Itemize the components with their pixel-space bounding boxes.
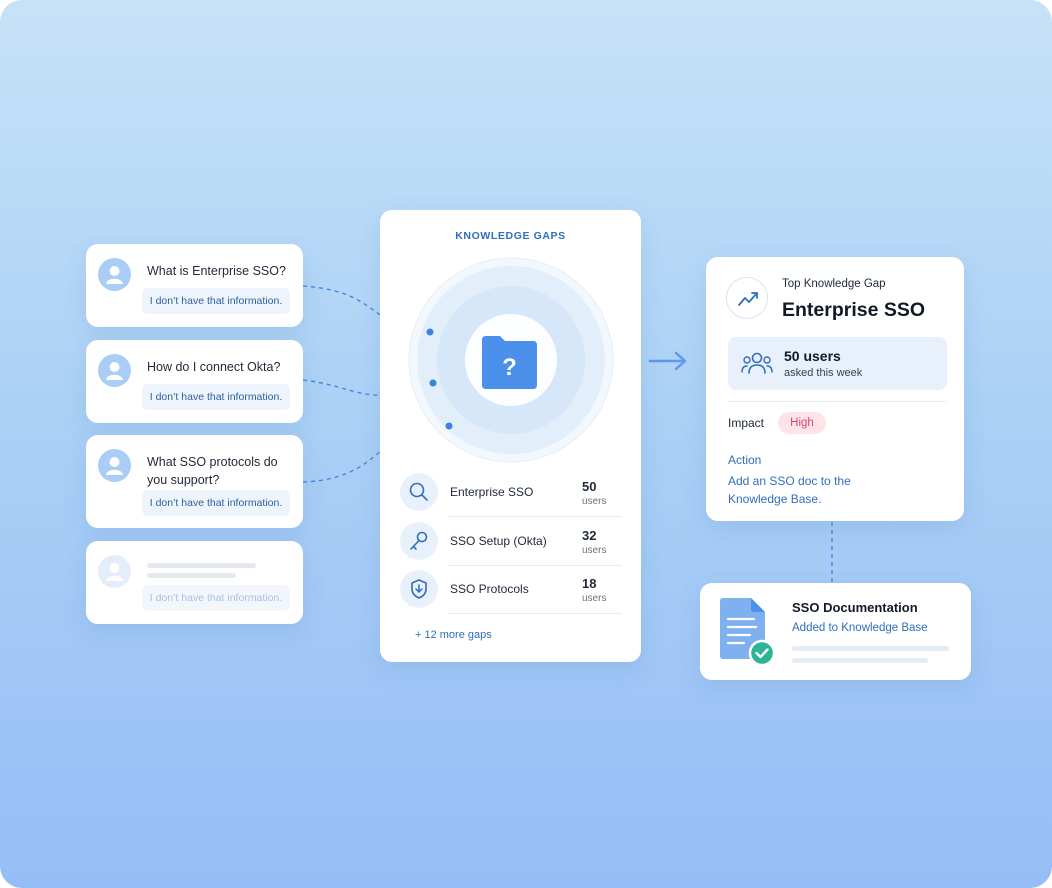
skeleton-line [792,646,949,651]
users-stat: 50 users asked this week [728,337,947,390]
gap-row[interactable]: Enterprise SSO 50 users [400,469,622,517]
arrow-right-icon [648,351,687,371]
question-text: How do I connect Okta? [147,360,281,374]
gap-label: SSO Protocols [450,582,529,596]
folder-question-icon: ? [482,336,537,389]
gap-row[interactable]: SSO Protocols 18 users [400,566,622,614]
document-check-icon [720,598,776,667]
illustration-canvas: What is Enterprise SSO? I don’t have tha… [0,0,1052,888]
question-text: What SSO protocols do you support? [147,455,278,487]
users-icon [741,352,773,374]
doc-status: Added to Knowledge Base [792,622,928,634]
users-count: 50 users [784,348,841,364]
question-card-placeholder: I don’t have that information. [86,541,303,624]
gap-label: SSO Setup (Okta) [450,534,547,548]
question-card: What SSO protocols do you support? I don… [86,435,303,528]
gap-label: Enterprise SSO [450,485,534,499]
bot-answer: I don’t have that information. [142,384,290,410]
gap-row[interactable]: SSO Setup (Okta) 32 users [400,518,622,566]
question-card: What is Enterprise SSO? I don’t have tha… [86,244,303,327]
user-avatar-icon [98,354,131,387]
divider [728,401,947,402]
question-text: What is Enterprise SSO? [147,264,286,278]
knowledge-gaps-panel: KNOWLEDGE GAPS ? Enterprise SSO 50 users [380,210,641,662]
divider [448,516,622,517]
skeleton-line [147,563,256,568]
bot-answer: I don’t have that information. [142,585,290,611]
more-gaps-link[interactable]: + 12 more gaps [415,629,492,641]
knowledge-gap-radar: ? [408,257,614,463]
panel-title: KNOWLEDGE GAPS [455,230,566,242]
impact-label: Impact [728,416,765,430]
svg-text:?: ? [502,354,517,381]
trending-up-icon [726,277,768,319]
user-avatar-icon [98,258,131,291]
gap-count: 32 [582,528,597,543]
skeleton-line [147,573,236,578]
doc-title: SSO Documentation [792,600,918,615]
action-text[interactable]: Add an SSO doc to the Knowledge Base. [728,472,898,508]
shield-icon [400,570,438,608]
gap-unit: users [582,593,607,604]
card-label: Top Knowledge Gap [782,278,886,290]
users-period: asked this week [784,367,863,379]
skeleton-line [792,658,928,663]
bot-answer: I don’t have that information. [142,490,290,516]
action-label: Action [728,453,762,467]
gap-unit: users [582,545,607,556]
search-icon [400,473,438,511]
user-avatar-icon [98,449,131,482]
question-card: How do I connect Okta? I don’t have that… [86,340,303,423]
divider [448,613,622,614]
top-knowledge-gap-card: Top Knowledge Gap Enterprise SSO 50 user… [706,257,964,521]
gap-count: 50 [582,479,597,494]
gap-unit: users [582,496,607,507]
documentation-card: SSO Documentation Added to Knowledge Bas… [700,583,971,680]
bot-answer: I don’t have that information. [142,288,290,314]
impact-badge: High [778,412,826,434]
user-avatar-icon [98,555,131,588]
card-title: Enterprise SSO [782,299,926,321]
gap-count: 18 [582,576,597,591]
key-icon [400,522,438,560]
